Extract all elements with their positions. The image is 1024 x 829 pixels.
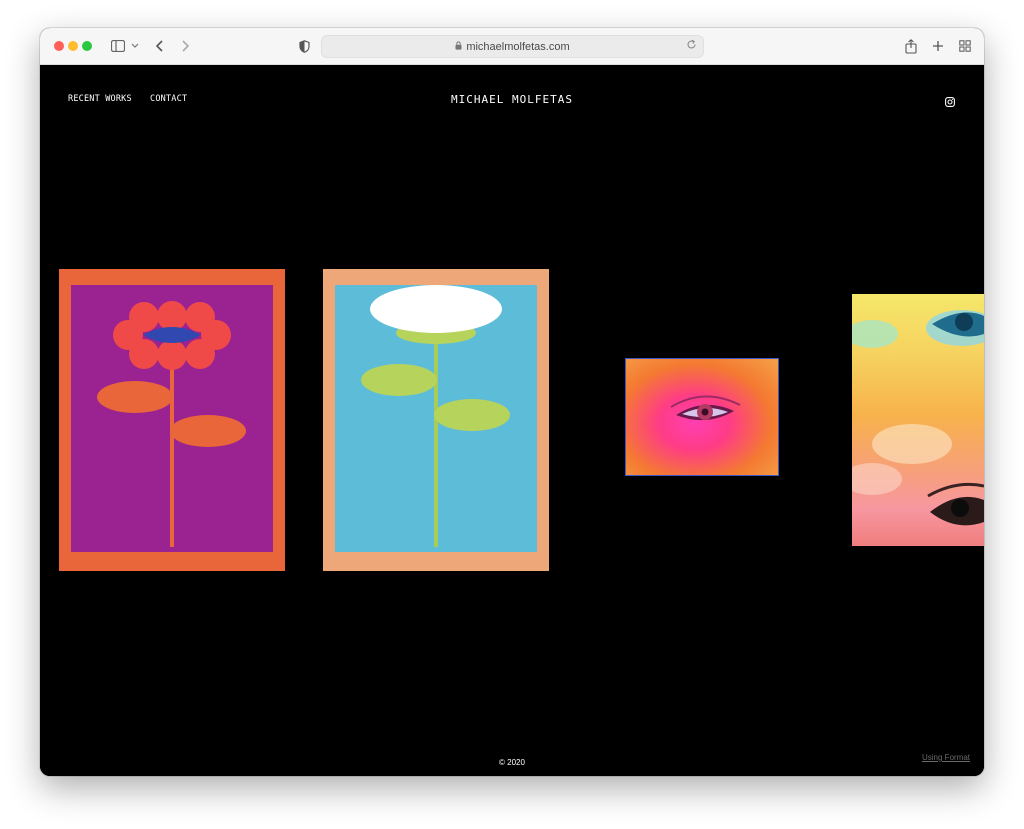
eye-illustration — [670, 395, 741, 421]
share-icon[interactable] — [903, 36, 919, 56]
footer-copyright: © 2020 — [499, 758, 525, 767]
chevron-down-icon[interactable] — [129, 36, 141, 56]
url-text: michaelmolfetas.com — [466, 40, 570, 53]
artwork-flower-red-canvas — [71, 285, 273, 552]
address-bar[interactable]: michaelmolfetas.com — [321, 35, 704, 58]
reload-icon[interactable] — [686, 39, 697, 53]
back-icon[interactable] — [152, 36, 168, 56]
white-flower-illustration — [361, 285, 510, 547]
site-content: RECENT WORKS CONTACT MICHAEL MOLFETAS © … — [40, 65, 984, 776]
shield-icon[interactable] — [297, 36, 311, 56]
minimize-window-button[interactable] — [68, 41, 78, 51]
zoom-window-button[interactable] — [82, 41, 92, 51]
sidebar-icon[interactable] — [109, 36, 127, 56]
artwork-eye[interactable] — [625, 358, 779, 476]
forward-icon[interactable] — [177, 36, 193, 56]
tabs-grid-icon[interactable] — [957, 36, 973, 56]
site-title[interactable]: MICHAEL MOLFETAS — [40, 93, 984, 106]
plus-icon[interactable] — [930, 36, 946, 56]
close-window-button[interactable] — [54, 41, 64, 51]
format-badge-link[interactable]: Using Format — [922, 753, 970, 762]
artwork-flower-red[interactable] — [59, 269, 285, 571]
artwork-flower-white-canvas — [335, 285, 537, 552]
red-flower-illustration — [97, 301, 246, 547]
face-illustration — [852, 310, 984, 526]
artwork-flower-white[interactable] — [323, 269, 549, 571]
lock-icon — [455, 40, 462, 53]
artwork-face[interactable] — [852, 294, 984, 546]
browser-window: michaelmolfetas.com RECENT WORKS CONTACT… — [40, 28, 984, 776]
instagram-icon[interactable] — [945, 94, 955, 112]
browser-toolbar: michaelmolfetas.com — [40, 28, 984, 65]
